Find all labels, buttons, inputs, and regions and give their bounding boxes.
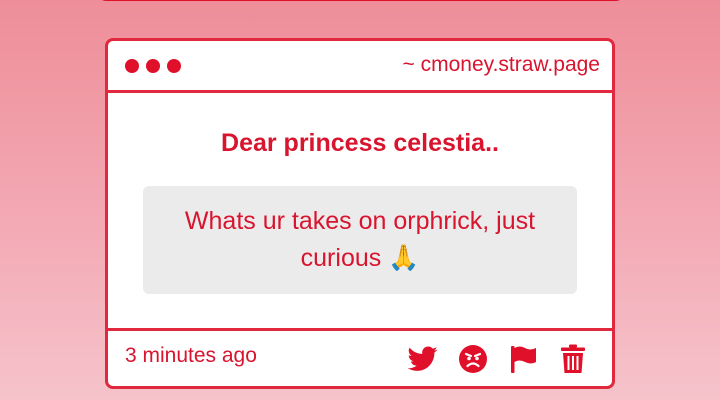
site-url[interactable]: ~ cmoney.straw.page bbox=[403, 53, 600, 77]
timestamp: 3 minutes ago bbox=[125, 344, 257, 367]
angry-face-icon bbox=[459, 345, 487, 373]
message-box: Whats ur takes on orphrick, just curious… bbox=[143, 186, 577, 294]
flag-icon bbox=[511, 346, 536, 373]
window-dot bbox=[167, 59, 181, 73]
window-dots bbox=[125, 59, 181, 73]
card-title: Dear princess celestia.. bbox=[221, 129, 499, 157]
message-text: Whats ur takes on orphrick, just curious… bbox=[184, 207, 536, 272]
report-button[interactable] bbox=[508, 344, 538, 374]
twitter-icon bbox=[408, 346, 438, 371]
previous-card-edge bbox=[98, 0, 624, 1]
card-actions bbox=[408, 344, 588, 374]
react-button[interactable] bbox=[458, 344, 488, 374]
window-dot bbox=[146, 59, 160, 73]
card-footer: 3 minutes ago bbox=[108, 328, 612, 386]
window-dot bbox=[125, 59, 139, 73]
trash-icon bbox=[561, 344, 585, 373]
card-header: ~ cmoney.straw.page bbox=[108, 41, 612, 93]
delete-button[interactable] bbox=[558, 344, 588, 374]
card-body: Dear princess celestia.. Whats ur takes … bbox=[108, 93, 612, 326]
share-twitter-button[interactable] bbox=[408, 344, 438, 374]
message-card: ~ cmoney.straw.page Dear princess celest… bbox=[105, 38, 615, 389]
